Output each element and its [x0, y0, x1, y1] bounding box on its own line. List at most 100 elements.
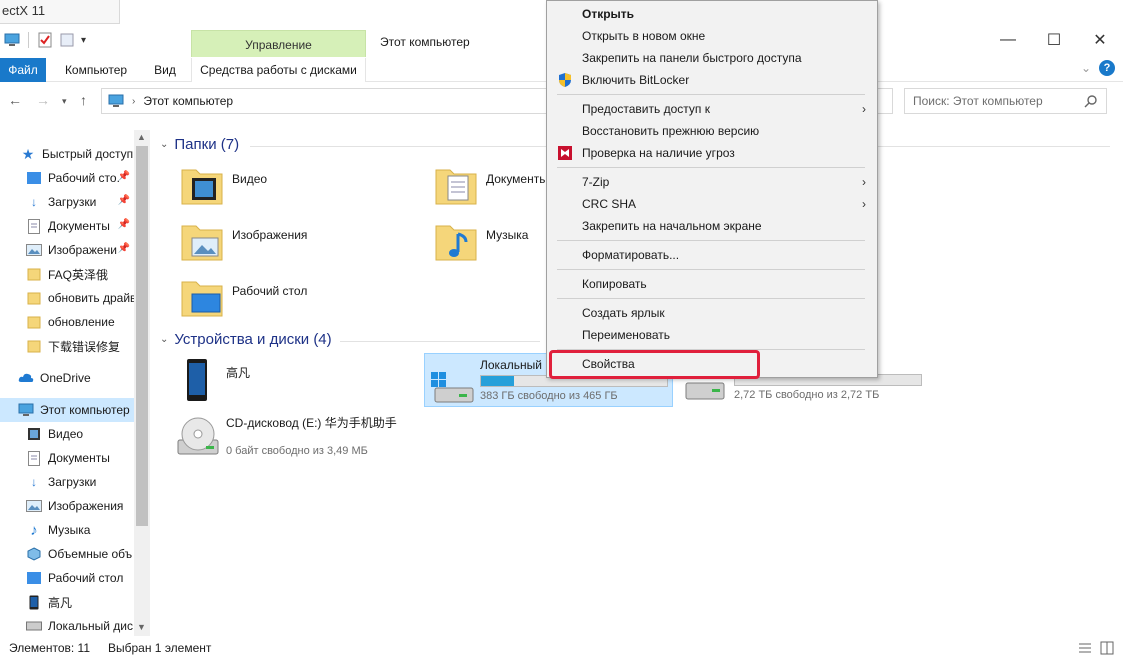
menu-item-label: Форматировать...	[582, 248, 680, 262]
search-input[interactable]: Поиск: Этот компьютер	[904, 88, 1107, 114]
sidebar-item-video[interactable]: Видео	[0, 422, 134, 446]
sidebar-item-desktop-pinned[interactable]: Рабочий сто. 📌	[0, 166, 134, 190]
tab-disk-tools[interactable]: Средства работы с дисками	[191, 58, 366, 82]
maximize-button[interactable]: ☐	[1031, 24, 1077, 56]
menu-item-label: Создать ярлык	[582, 306, 665, 320]
address-separator-icon[interactable]: ›	[132, 96, 135, 107]
menu-item-open[interactable]: Открыть	[548, 3, 876, 25]
minimize-button[interactable]: —	[985, 24, 1031, 56]
desktop-folder-icon	[26, 170, 42, 186]
sidebar-item-label: обновление	[48, 315, 115, 329]
folders-section-title: Папки (7)	[174, 136, 240, 153]
phone-icon	[26, 594, 42, 610]
download-icon: ↓	[31, 475, 37, 489]
forward-arrow-icon[interactable]: →	[36, 92, 50, 108]
pictures-folder-icon	[181, 225, 223, 261]
menu-item-open-new-window[interactable]: Открыть в новом окне	[548, 25, 876, 47]
menu-item-format[interactable]: Форматировать...	[548, 244, 876, 266]
expand-ribbon-icon[interactable]: ⌄	[1081, 61, 1091, 75]
menu-item-crc-sha[interactable]: CRC SHA ›	[548, 193, 876, 215]
sidebar-item-documents[interactable]: Документы	[0, 446, 134, 470]
close-button[interactable]: ✕	[1077, 24, 1123, 56]
sidebar-item-pictures-pinned[interactable]: Изображени 📌	[0, 238, 134, 262]
folder-video[interactable]: Видео	[178, 162, 267, 210]
menu-item-share-with[interactable]: Предоставить доступ к ›	[548, 98, 876, 120]
device-cd-drive[interactable]: CD-дисковод (E:) 华为手机助手 0 байт свободно …	[172, 410, 432, 466]
menu-item-rename[interactable]: Переименовать	[548, 324, 876, 346]
view-switcher	[1077, 640, 1115, 656]
folder-music[interactable]: Музыка	[432, 218, 528, 266]
sidebar-item-faq-folder[interactable]: FAQ英泽俄	[0, 262, 134, 286]
sidebar-item-phone[interactable]: 高凡	[0, 590, 134, 614]
computer-icon	[18, 402, 34, 418]
sidebar-item-label: Локальный дис	[48, 619, 133, 633]
sidebar-item-label: обновить драйв	[48, 291, 134, 305]
sidebar-item-downloads[interactable]: ↓ Загрузки	[0, 470, 134, 494]
tiles-view-icon[interactable]	[1099, 640, 1115, 656]
folder-icon	[26, 266, 42, 282]
tab-file[interactable]: Файл	[0, 58, 46, 82]
scroll-up-icon[interactable]: ▲	[137, 132, 146, 142]
sidebar-item-label: Изображения	[48, 499, 124, 513]
sidebar-item-download-fix-folder[interactable]: 下载错误修复	[0, 334, 134, 358]
sidebar-item-local-disk[interactable]: Локальный дис	[0, 614, 134, 636]
folder-desktop[interactable]: Рабочий стол	[178, 274, 307, 322]
tab-computer[interactable]: Компьютер	[56, 58, 136, 82]
pictures-icon	[26, 242, 42, 258]
sidebar-item-documents-pinned[interactable]: Документы 📌	[0, 214, 134, 238]
address-path[interactable]: Этот компьютер	[143, 94, 233, 108]
scroll-down-icon[interactable]: ▼	[137, 622, 146, 632]
sidebar-item-downloads-pinned[interactable]: ↓ Загрузки 📌	[0, 190, 134, 214]
sidebar-item-update-driver-folder[interactable]: обновить драйв	[0, 286, 134, 310]
menu-item-label: Включить BitLocker	[582, 73, 690, 87]
customize-toolbar-icon[interactable]: ▾	[81, 35, 86, 46]
tab-view[interactable]: Вид	[146, 58, 184, 82]
folders-section-header[interactable]: ⌄ Папки (7)	[160, 136, 239, 153]
up-arrow-icon[interactable]: ↑	[80, 92, 87, 108]
help-button[interactable]: ?	[1099, 60, 1115, 76]
menu-item-copy[interactable]: Копировать	[548, 273, 876, 295]
folder-pictures[interactable]: Изображения	[178, 218, 307, 266]
properties-icon[interactable]	[37, 32, 53, 48]
submenu-arrow-icon: ›	[862, 175, 866, 189]
menu-item-pin-quick-access[interactable]: Закрепить на панели быстрого доступа	[548, 47, 876, 69]
sidebar-item-pictures[interactable]: Изображения	[0, 494, 134, 518]
documents-icon	[26, 450, 42, 466]
background-tab[interactable]: ectX 11	[0, 0, 120, 24]
drive-icon	[685, 382, 725, 400]
menu-item-bitlocker[interactable]: Включить BitLocker	[548, 69, 876, 91]
menu-item-pin-start[interactable]: Закрепить на начальном экране	[548, 215, 876, 237]
sidebar-item-this-pc[interactable]: Этот компьютер	[0, 398, 134, 422]
menu-item-label: Закрепить на начальном экране	[582, 219, 762, 233]
computer-icon[interactable]	[4, 32, 20, 48]
recent-locations-icon[interactable]: ▾	[62, 96, 67, 107]
sidebar-item-onedrive[interactable]: OneDrive	[0, 366, 134, 390]
device-phone[interactable]: 高凡	[178, 354, 398, 408]
menu-item-7zip[interactable]: 7-Zip ›	[548, 171, 876, 193]
pin-icon: 📌	[117, 219, 130, 230]
sidebar-item-quick-access[interactable]: ★ Быстрый доступ	[0, 142, 134, 166]
back-arrow-icon[interactable]: ←	[8, 92, 22, 108]
sidebar-item-label: Загрузки	[48, 195, 97, 209]
collapse-chevron-icon[interactable]: ⌄	[160, 139, 168, 150]
devices-section-header[interactable]: ⌄ Устройства и диски (4)	[160, 331, 332, 348]
folder-documents[interactable]: Документы	[432, 162, 548, 210]
details-view-icon[interactable]	[1077, 640, 1093, 656]
sidebar-item-label: 下载错误修复	[48, 339, 121, 354]
sidebar-item-label: Изображени	[48, 243, 117, 257]
sidebar-item-3d-objects[interactable]: Объемные объ	[0, 542, 134, 566]
new-folder-icon[interactable]	[59, 32, 75, 48]
menu-item-restore-previous[interactable]: Восстановить прежнюю версию	[548, 120, 876, 142]
sidebar-item-desktop[interactable]: Рабочий стол	[0, 566, 134, 590]
sidebar-item-update-folder[interactable]: обновление	[0, 310, 134, 334]
menu-item-create-shortcut[interactable]: Создать ярлык	[548, 302, 876, 324]
cd-drive-icon	[177, 417, 219, 455]
drive-icon	[26, 618, 42, 634]
collapse-chevron-icon[interactable]: ⌄	[160, 334, 168, 345]
sidebar-item-music[interactable]: ♪ Музыка	[0, 518, 134, 542]
documents-icon	[26, 218, 42, 234]
sidebar-scroll-thumb[interactable]	[136, 146, 148, 526]
menu-item-label: Переименовать	[582, 328, 670, 342]
menu-item-label: Восстановить прежнюю версию	[582, 124, 760, 138]
menu-item-scan-threats[interactable]: Проверка на наличие угроз	[548, 142, 876, 164]
